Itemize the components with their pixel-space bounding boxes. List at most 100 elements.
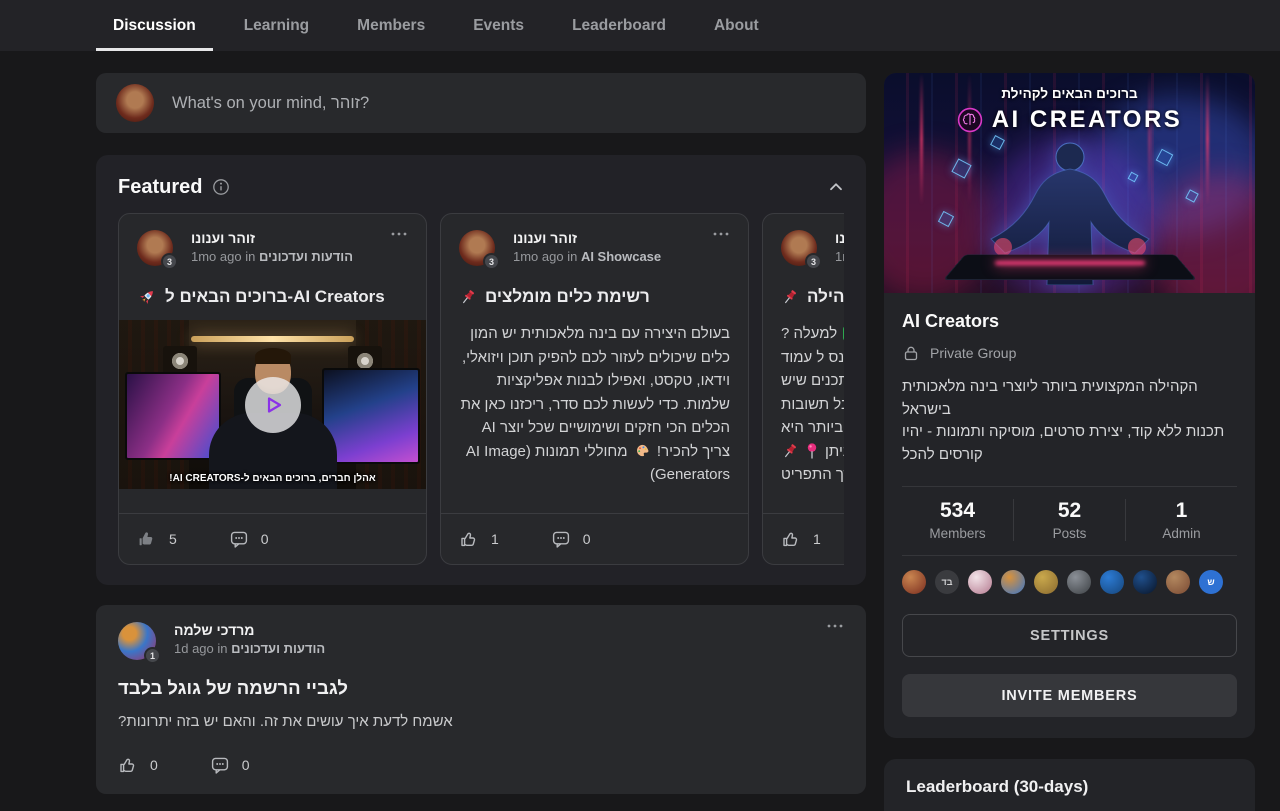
- member-avatar[interactable]: [968, 570, 992, 594]
- comment-count: 0: [242, 757, 250, 773]
- post-title-text: קהילה: [807, 287, 844, 307]
- tab-learning[interactable]: Learning: [227, 0, 326, 51]
- featured-post-card[interactable]: 3 זוהר וענונו 1mo ago in AI Showcase רשימת …: [440, 213, 749, 565]
- member-avatar[interactable]: [1133, 570, 1157, 594]
- body-line: קבל תשובות: [781, 393, 844, 417]
- feed-column: What's on your mind, זוהר? Featured 3 זוה…: [96, 73, 866, 794]
- comment-icon[interactable]: [551, 529, 571, 549]
- like-icon[interactable]: [781, 529, 801, 549]
- avatar: 3: [137, 230, 173, 266]
- tab-events[interactable]: Events: [456, 0, 541, 51]
- monitor: [125, 372, 221, 460]
- group-description: הקהילה המקצועית ביותר ליוצרי בינה מלאכות…: [902, 376, 1237, 466]
- tab-leaderboard[interactable]: Leaderboard: [555, 0, 683, 51]
- stat-label: Members: [902, 526, 1013, 541]
- post-title[interactable]: רשימת כלים מומלצים: [441, 287, 748, 307]
- group-stat: 1Admin: [1125, 499, 1237, 541]
- post-meta: 1d ago in הודעות ועדכונים: [174, 641, 808, 656]
- avatar: 3: [459, 230, 495, 266]
- avatar: 1: [118, 622, 156, 660]
- like-icon[interactable]: [459, 529, 479, 549]
- featured-section: Featured 3 זוהר וענונו 1mo ago in הודעות ו…: [96, 155, 866, 585]
- video-thumbnail[interactable]: אהלן חברים, ברוכים הבאים ל-AI CREATORS!: [119, 320, 426, 489]
- chevron-up-icon[interactable]: [828, 179, 844, 195]
- like-count: 1: [813, 531, 821, 547]
- stat-value: 534: [902, 499, 1013, 523]
- member-avatar[interactable]: [1034, 570, 1058, 594]
- group-stat: 534 Members: [902, 499, 1013, 541]
- post-title[interactable]: לגביי הרשמה של גוגל בלבד: [118, 677, 844, 699]
- post-author[interactable]: זוהר וענונו: [835, 230, 844, 246]
- post-time: 1mo ago in: [513, 249, 581, 264]
- pushpin-icon: [781, 288, 799, 306]
- kebab-menu-icon[interactable]: [390, 230, 408, 246]
- leaderboard-card: Leaderboard (30-days): [884, 759, 1255, 811]
- comment-count: 0: [583, 531, 591, 547]
- featured-post-card[interactable]: 3 זוהר וענונו 1mo ago in קהילה ? למעלההיכנס…: [762, 213, 844, 565]
- tab-discussion[interactable]: Discussion: [96, 0, 213, 51]
- stat-value: 1: [1126, 499, 1237, 523]
- body-line: דרך התפריט: [781, 463, 844, 487]
- pushpin-icon: [781, 442, 799, 460]
- pushpin-icon: [459, 288, 477, 306]
- post-title[interactable]: קהילה: [763, 287, 844, 307]
- check-icon: [843, 326, 844, 341]
- level-badge: 3: [805, 253, 822, 270]
- group-banner-image: ברוכים הבאים לקהילת AI CREATORS: [884, 73, 1255, 293]
- kebab-menu-icon[interactable]: [712, 230, 730, 246]
- banner-group-name: AI CREATORS: [992, 106, 1183, 134]
- member-avatar[interactable]: [1067, 570, 1091, 594]
- member-avatar[interactable]: [1166, 570, 1190, 594]
- post-category[interactable]: הודעות ועדכונים: [259, 249, 353, 264]
- member-avatar[interactable]: [1100, 570, 1124, 594]
- group-stat: 52Posts: [1013, 499, 1125, 541]
- post-author[interactable]: מרדכי שלמה: [174, 622, 808, 638]
- like-icon[interactable]: [137, 529, 157, 549]
- comment-icon[interactable]: [210, 755, 230, 775]
- kebab-menu-icon[interactable]: [826, 622, 844, 638]
- featured-post-card[interactable]: 3 זוהר וענונו 1mo ago in הודעות ועדכונים בר…: [118, 213, 427, 565]
- sidebar-column: ברוכים הבאים לקהילת AI CREATORS AI Creat…: [884, 73, 1255, 811]
- avatar: [116, 84, 154, 122]
- settings-button[interactable]: SETTINGS: [902, 614, 1237, 657]
- post-title[interactable]: ברוכים הבאים ל-AI Creators: [119, 287, 426, 307]
- info-icon[interactable]: [212, 178, 230, 196]
- comment-count: 0: [261, 531, 269, 547]
- like-count: 5: [169, 531, 177, 547]
- rocket-icon: [137, 287, 157, 307]
- member-avatar[interactable]: ש: [1199, 570, 1223, 594]
- like-count: 1: [491, 531, 499, 547]
- member-avatar[interactable]: [902, 570, 926, 594]
- tab-members[interactable]: Members: [340, 0, 442, 51]
- post-category[interactable]: AI Showcase: [581, 249, 661, 264]
- post-card[interactable]: 1 מרדכי שלמה 1d ago in הודעות ועדכונים ל…: [96, 605, 866, 794]
- post-author[interactable]: זוהר וענונו: [513, 230, 694, 246]
- monitor: [322, 368, 420, 464]
- comment-icon[interactable]: [229, 529, 249, 549]
- play-button-icon[interactable]: [245, 377, 301, 433]
- tab-about[interactable]: About: [697, 0, 776, 51]
- member-avatar[interactable]: בד: [935, 570, 959, 594]
- palette-icon: [635, 443, 650, 458]
- like-count: 0: [150, 757, 158, 773]
- roundpin-icon: [805, 443, 819, 459]
- member-avatar[interactable]: [1001, 570, 1025, 594]
- level-badge: 3: [161, 253, 178, 270]
- post-body-preview: ? למעלההיכנס ל עמודהתכנים שישקבל תשובותב…: [763, 322, 844, 487]
- like-icon[interactable]: [118, 755, 138, 775]
- post-category[interactable]: הודעות ועדכונים: [231, 641, 325, 656]
- post-meta: 1mo ago in AI Showcase: [513, 249, 694, 264]
- post-meta: 1mo ago in הודעות ועדכונים: [191, 249, 372, 264]
- body-line: בה ביותר היא: [781, 416, 844, 440]
- post-author[interactable]: זוהר וענונו: [191, 230, 372, 246]
- level-badge: 3: [483, 253, 500, 270]
- post-meta: 1mo ago in: [835, 249, 844, 264]
- post-composer[interactable]: What's on your mind, זוהר?: [96, 73, 866, 133]
- level-badge: 1: [144, 647, 161, 664]
- invite-members-button[interactable]: INVITE MEMBERS: [902, 674, 1237, 717]
- post-body-preview: בעולם היצירה עם בינה מלאכותית יש המון כל…: [441, 322, 748, 487]
- featured-title: Featured: [118, 176, 202, 199]
- post-time: 1mo ago in: [835, 249, 844, 264]
- composer-placeholder: What's on your mind, זוהר?: [172, 94, 369, 113]
- group-card: ברוכים הבאים לקהילת AI CREATORS AI Creat…: [884, 73, 1255, 738]
